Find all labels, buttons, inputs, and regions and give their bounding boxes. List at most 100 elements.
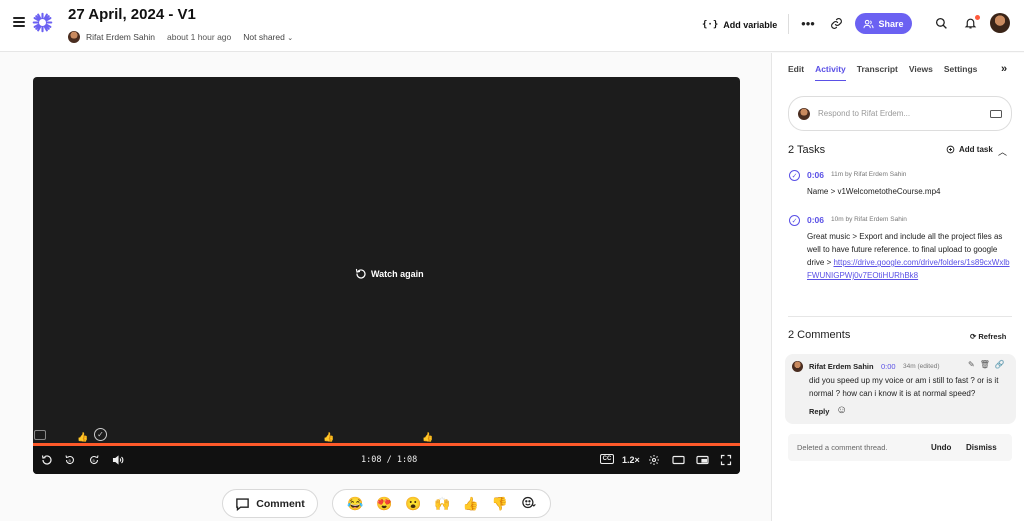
refresh-label: Refresh bbox=[978, 332, 1007, 341]
captions-button[interactable]: CC bbox=[600, 454, 614, 464]
search-icon[interactable] bbox=[932, 14, 950, 32]
collapse-sidebar-icon[interactable]: » bbox=[1001, 63, 1007, 75]
thumbs-up-emoji-button[interactable]: 👍 bbox=[463, 496, 479, 512]
user-avatar[interactable] bbox=[990, 13, 1010, 33]
comments-heading: 2 Comments bbox=[788, 329, 851, 341]
surprised-emoji-button[interactable]: 😮 bbox=[405, 496, 421, 512]
add-variable-button[interactable]: {·} Add variable bbox=[702, 13, 777, 37]
users-icon bbox=[863, 19, 875, 28]
thumbs-up-marker-icon[interactable]: 👍 bbox=[323, 432, 334, 443]
tab-activity[interactable]: Activity bbox=[815, 64, 846, 81]
comment-label: Comment bbox=[256, 497, 305, 510]
comment-author: Rifat Erdem Sahin bbox=[809, 362, 874, 371]
add-task-button[interactable]: Add task bbox=[946, 145, 993, 154]
divider bbox=[788, 316, 1012, 317]
raised-hands-emoji-button[interactable]: 🙌 bbox=[434, 496, 450, 512]
comment-meta: 34m (edited) bbox=[903, 363, 940, 370]
add-reaction-icon[interactable] bbox=[521, 495, 536, 513]
sharing-dropdown[interactable]: Not shared ⌄ bbox=[243, 32, 293, 42]
sharing-label: Not shared bbox=[243, 32, 285, 42]
tab-edit[interactable]: Edit bbox=[788, 64, 804, 81]
share-button[interactable]: Share bbox=[855, 13, 912, 34]
tab-settings[interactable]: Settings bbox=[944, 64, 978, 81]
comment-marker-icon[interactable] bbox=[34, 430, 46, 440]
task-timestamp[interactable]: 0:06 bbox=[807, 215, 824, 225]
video-camera-icon[interactable] bbox=[990, 109, 1002, 118]
respond-input[interactable]: Respond to Rifat Erdem... bbox=[788, 96, 1012, 131]
task-link[interactable]: https://drive.google.com/drive/folders/1… bbox=[807, 258, 1010, 280]
divider bbox=[788, 14, 789, 34]
rewind-5-icon[interactable]: 5 bbox=[63, 453, 77, 467]
menu-icon[interactable] bbox=[13, 17, 25, 27]
replay-icon bbox=[355, 268, 366, 279]
video-meta: Rifat Erdem Sahin about 1 hour ago Not s… bbox=[68, 30, 293, 44]
replay-icon[interactable] bbox=[40, 453, 54, 467]
add-task-label: Add task bbox=[959, 145, 993, 154]
top-bar: 27 April, 2024 - V1 Rifat Erdem Sahin ab… bbox=[0, 0, 1024, 52]
avatar bbox=[798, 107, 810, 120]
watch-again-button[interactable]: Watch again bbox=[355, 268, 424, 280]
fullscreen-icon[interactable] bbox=[719, 453, 733, 467]
reply-button[interactable]: Reply bbox=[809, 407, 829, 416]
speech-bubble-icon bbox=[236, 497, 250, 511]
speed-button[interactable]: 1.2× bbox=[622, 455, 640, 465]
volume-icon[interactable] bbox=[111, 453, 125, 467]
share-label: Share bbox=[878, 18, 904, 29]
tab-views[interactable]: Views bbox=[909, 64, 933, 81]
task-text: Name > v1WelcometotheCourse.mp4 bbox=[807, 187, 941, 196]
comment-button[interactable]: Comment bbox=[222, 489, 318, 518]
svg-text:5: 5 bbox=[93, 458, 96, 463]
heart-eyes-emoji-button[interactable]: 😍 bbox=[376, 496, 392, 512]
task-marker-icon[interactable]: ✓ bbox=[94, 428, 107, 441]
thumbs-up-marker-icon[interactable]: 👍 bbox=[422, 432, 433, 443]
comment-timestamp[interactable]: 0:00 bbox=[881, 362, 896, 371]
trash-icon[interactable]: 🗑 bbox=[980, 360, 990, 369]
plus-circle-icon bbox=[946, 145, 955, 154]
time-display: 1:08 / 1:08 bbox=[361, 455, 418, 465]
add-reaction-icon[interactable]: ☺ bbox=[836, 404, 847, 416]
tab-transcript[interactable]: Transcript bbox=[857, 64, 898, 81]
chevron-down-icon: ⌄ bbox=[287, 35, 294, 42]
logo-icon[interactable] bbox=[32, 12, 53, 33]
author-name: Rifat Erdem Sahin bbox=[86, 32, 155, 42]
link-icon[interactable] bbox=[827, 14, 845, 32]
more-icon[interactable]: ••• bbox=[799, 14, 817, 32]
task-timestamp[interactable]: 0:06 bbox=[807, 170, 824, 180]
refresh-button[interactable]: ⟳ Refresh bbox=[970, 332, 1006, 341]
activity-sidebar: Edit Activity Transcript Views Settings … bbox=[771, 53, 1024, 521]
theater-mode-icon[interactable] bbox=[671, 453, 685, 467]
braces-icon: {·} bbox=[702, 20, 719, 30]
edit-pencil-icon[interactable]: ✎ bbox=[968, 360, 975, 369]
respond-placeholder: Respond to Rifat Erdem... bbox=[818, 109, 911, 118]
time-ago: about 1 hour ago bbox=[166, 32, 232, 42]
sidebar-tabs: Edit Activity Transcript Views Settings bbox=[788, 64, 977, 81]
settings-gear-icon[interactable] bbox=[647, 453, 661, 467]
tasks-heading: 2 Tasks bbox=[788, 144, 826, 156]
svg-text:5: 5 bbox=[69, 458, 72, 463]
check-circle-icon[interactable]: ✓ bbox=[789, 215, 800, 226]
avatar bbox=[68, 31, 80, 43]
undo-button[interactable]: Undo bbox=[931, 443, 951, 452]
dismiss-button[interactable]: Dismiss bbox=[966, 443, 997, 452]
task-author: 11m by Rifat Erdem Sahin bbox=[831, 171, 907, 178]
refresh-icon: ⟳ bbox=[970, 332, 977, 341]
add-variable-label: Add variable bbox=[723, 20, 778, 30]
laughing-emoji-button[interactable]: 😂 bbox=[347, 496, 363, 512]
notification-dot bbox=[975, 15, 980, 20]
video-player[interactable]: Watch again 👍 ✓ 👍 👍 5 5 1:08 / 1:08 CC 1… bbox=[33, 77, 740, 474]
picture-in-picture-icon[interactable] bbox=[695, 453, 709, 467]
link-icon[interactable]: 🔗 bbox=[995, 360, 1005, 369]
collapse-tasks-icon[interactable]: ︿ bbox=[998, 145, 1007, 158]
watch-again-label: Watch again bbox=[371, 269, 424, 279]
comment-actions: ✎ 🗑 🔗 bbox=[968, 360, 1005, 369]
avatar bbox=[792, 361, 803, 372]
thumbs-down-emoji-button[interactable]: 👎 bbox=[492, 496, 508, 512]
check-circle-icon[interactable]: ✓ bbox=[789, 170, 800, 181]
task-body: Great music > Export and include all the… bbox=[807, 230, 1012, 282]
thumbs-up-marker-icon[interactable]: 👍 bbox=[77, 432, 88, 443]
reactions-bar: 😂 😍 😮 🙌 👍 👎 bbox=[332, 489, 551, 518]
comment-card: Rifat Erdem Sahin 0:00 34m (edited) ✎ 🗑 … bbox=[785, 354, 1016, 424]
page-title[interactable]: 27 April, 2024 - V1 bbox=[68, 6, 196, 23]
forward-5-icon[interactable]: 5 bbox=[87, 453, 101, 467]
task-author: 10m by Rifat Erdem Sahin bbox=[831, 216, 907, 223]
